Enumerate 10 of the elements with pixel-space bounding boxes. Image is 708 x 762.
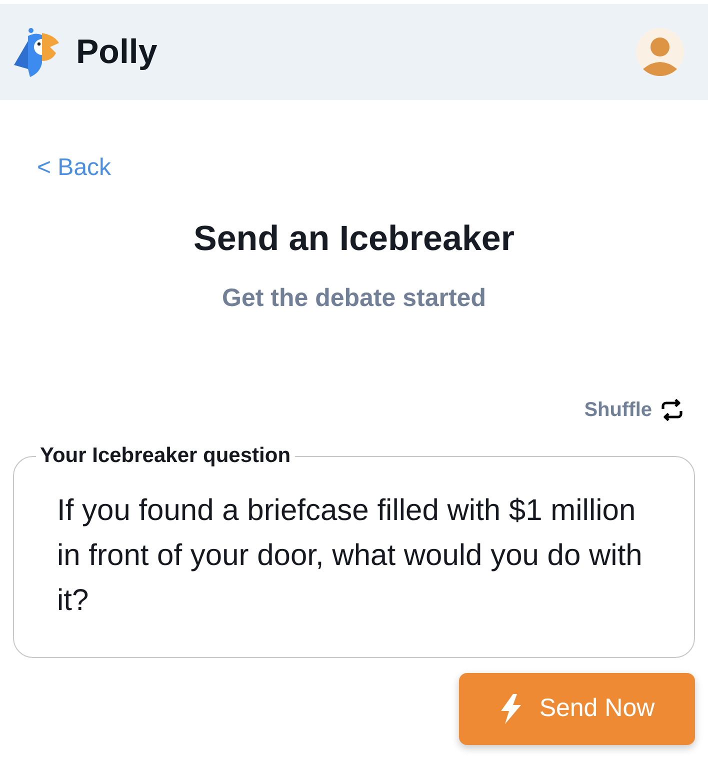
back-link[interactable]: < Back [37,156,112,180]
page-title: Send an Icebreaker [192,221,516,256]
repeat-icon [660,399,684,421]
send-now-button[interactable]: Send Now [459,673,695,745]
shuffle-button[interactable]: Shuffle [584,399,684,421]
app-name: Polly [76,35,158,69]
parrot-logo-icon [12,27,60,77]
avatar-icon[interactable] [636,28,684,76]
page-subtitle: Get the debate started [221,286,487,311]
lightning-icon [499,694,524,724]
